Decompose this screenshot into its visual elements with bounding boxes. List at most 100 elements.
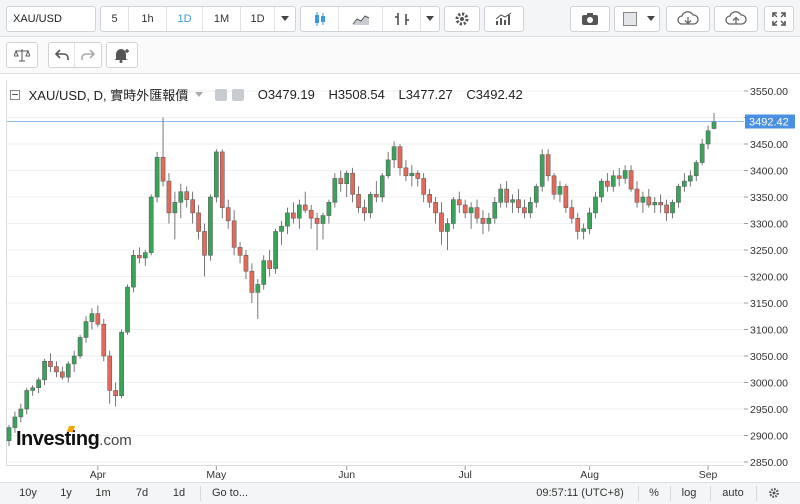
candle-body [504, 188, 509, 203]
candle-down [439, 202, 444, 245]
candle-body [415, 172, 421, 179]
x-tick-label: Jul [458, 469, 471, 481]
candle-body [160, 157, 166, 182]
candle-body [42, 361, 47, 381]
candle-body [148, 196, 154, 253]
log-scale-toggle[interactable]: log [676, 483, 702, 504]
candle-down [474, 199, 480, 224]
candle-up [486, 212, 492, 232]
candle-up [676, 183, 681, 208]
candle-down [249, 263, 255, 303]
range-7d-button[interactable]: 7d [128, 483, 156, 504]
legend-eye-icon[interactable] [214, 88, 227, 101]
candle-up [599, 178, 604, 203]
candle-up [682, 173, 687, 192]
candle-body [533, 186, 539, 203]
candle-body [332, 178, 338, 203]
range-1y-button[interactable]: 1y [52, 483, 80, 504]
clock-readout[interactable]: 09:57:11 (UTC+8) [530, 483, 630, 504]
candle-up [320, 212, 326, 240]
candle-up [492, 197, 498, 224]
candle-up [273, 228, 278, 274]
candle-body [65, 363, 71, 378]
y-tick-label: 3400.00 [750, 166, 788, 178]
candle-body [587, 212, 592, 230]
candle-down [231, 210, 237, 256]
candle-down [107, 350, 113, 404]
price-axis[interactable]: 3550.003500.003450.003400.003350.003300.… [7, 86, 788, 469]
candle-down [522, 199, 527, 219]
candle-body [101, 323, 107, 357]
candle-up [279, 220, 284, 245]
separator [710, 486, 711, 501]
candle-body [468, 207, 474, 214]
candle-body [83, 321, 89, 338]
range-1m-button[interactable]: 1m [88, 483, 118, 504]
candle-body [385, 159, 391, 177]
candle-body [154, 157, 160, 198]
range-10y-button[interactable]: 10y [12, 483, 44, 504]
chart-properties-button[interactable] [762, 483, 786, 504]
candle-body [368, 194, 373, 214]
candle-down [166, 173, 172, 224]
candle-body [190, 199, 195, 214]
candle-body [474, 207, 480, 219]
candle-body [142, 252, 148, 259]
candle-body [445, 223, 450, 232]
legend-title[interactable]: XAU/USD, D, 實時外匯報價 [29, 85, 189, 104]
candle-body [403, 167, 409, 177]
candle-up [154, 151, 160, 203]
candle-up [391, 141, 397, 168]
candle-body [202, 231, 207, 256]
candle-up [208, 194, 213, 261]
range-1d-button[interactable]: 1d [164, 483, 194, 504]
candle-body [498, 188, 504, 203]
candle-body [178, 191, 184, 203]
logo-text: Investing [16, 428, 100, 450]
candle-down [403, 159, 409, 182]
candle-up [172, 191, 178, 240]
candle-down [362, 199, 367, 221]
candle-body [273, 231, 278, 269]
candle-body [658, 202, 664, 206]
candle-down [243, 250, 249, 280]
legend-high-value: 3508.54 [337, 87, 385, 102]
candle-body [462, 204, 468, 214]
candle-up [670, 199, 675, 219]
candle-up [148, 194, 154, 256]
goto-date-button[interactable]: Go to... [206, 483, 254, 504]
candle-body [166, 180, 172, 214]
candle-down [433, 197, 438, 224]
auto-scale-toggle[interactable]: auto [716, 483, 750, 504]
candle-body [373, 194, 379, 198]
percent-scale-toggle[interactable]: % [644, 483, 664, 504]
candle-down [634, 181, 640, 208]
candle-body [71, 355, 77, 365]
candle-body [243, 255, 249, 272]
candles [6, 112, 717, 447]
legend-settings-icon[interactable] [232, 88, 245, 101]
candle-up [214, 149, 219, 203]
x-tick-label: Jun [338, 469, 355, 481]
candle-body [539, 154, 545, 187]
y-tick-label: 3000.00 [750, 378, 788, 390]
candle-down [101, 318, 107, 362]
y-tick-label: 2900.00 [750, 431, 788, 443]
candle-body [557, 186, 563, 195]
candle-up [557, 181, 563, 203]
candle-down [551, 173, 557, 200]
candle-body [249, 270, 255, 293]
candle-body [308, 210, 314, 219]
candle-body [107, 355, 113, 391]
candle-down [356, 186, 361, 213]
candle-body [302, 204, 308, 211]
candle-body [261, 260, 267, 285]
investing-logo: Investing.com [16, 426, 132, 454]
chevron-down-icon[interactable] [194, 91, 203, 98]
legend-low-value: 3477.27 [405, 87, 453, 102]
candle-down [314, 212, 320, 250]
time-axis[interactable]: Apr May Jun Jul Aug Sep [90, 466, 718, 481]
candle-body [581, 228, 586, 232]
candle-body [285, 212, 290, 227]
legend-collapse-toggle[interactable] [10, 89, 20, 100]
